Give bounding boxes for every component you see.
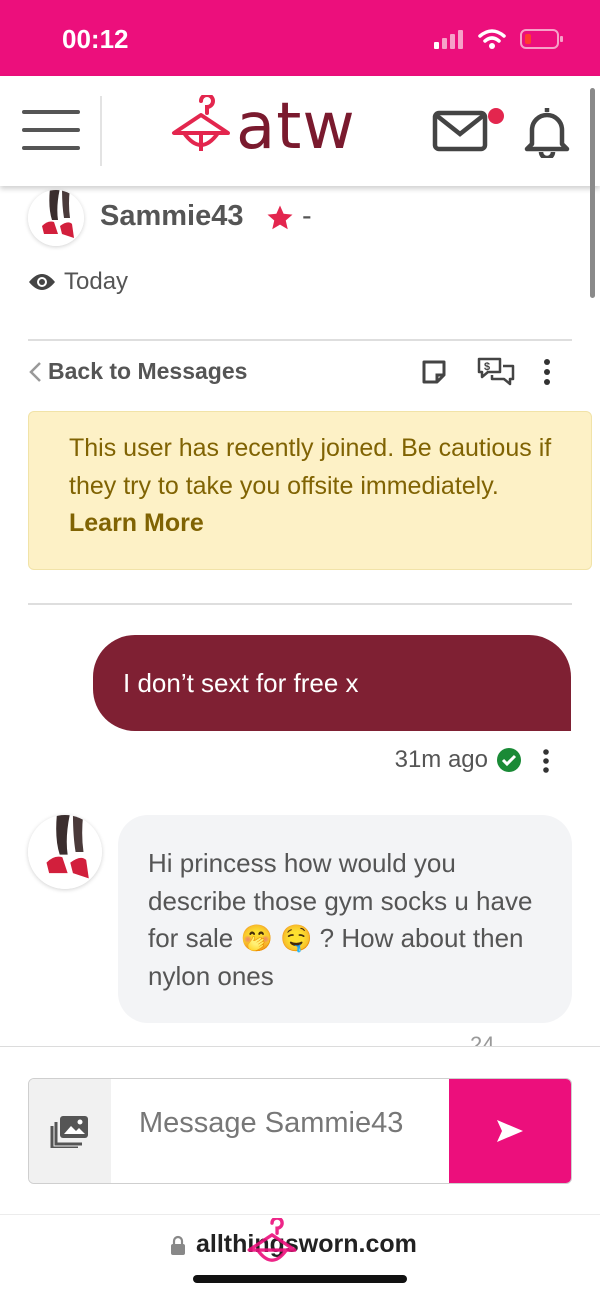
read-check-icon xyxy=(497,748,521,772)
menu-icon[interactable] xyxy=(22,110,80,154)
sender-avatar[interactable] xyxy=(28,815,102,889)
last-seen-text: Today xyxy=(64,268,129,295)
svg-text:$: $ xyxy=(484,361,490,373)
more-options-icon[interactable] xyxy=(540,358,554,386)
offer-chat-icon[interactable]: $ xyxy=(476,356,516,388)
learn-more-link[interactable]: Learn More xyxy=(69,509,204,537)
unread-dot xyxy=(488,108,504,124)
home-indicator xyxy=(193,1275,407,1283)
header-divider xyxy=(100,96,102,166)
heels-avatar-image xyxy=(28,190,84,246)
profile-username[interactable]: Sammie43 xyxy=(100,200,244,233)
status-bar: 00:12 xyxy=(0,0,600,76)
scrollbar[interactable] xyxy=(590,88,595,298)
divider xyxy=(28,339,572,341)
url-text: allthingsworn.com xyxy=(196,1230,417,1258)
send-button[interactable] xyxy=(449,1079,571,1183)
note-icon[interactable] xyxy=(420,358,448,386)
new-user-warning: This user has recently joined. Be cautio… xyxy=(28,411,592,570)
back-label: Back to Messages xyxy=(48,358,248,384)
avatar[interactable] xyxy=(28,190,84,246)
app-header: atw xyxy=(0,76,600,186)
eye-icon xyxy=(29,274,55,290)
incoming-message: Hi princess how would you describe those… xyxy=(118,815,572,1023)
message-time: 31m ago xyxy=(394,746,488,773)
message-composer: Message Sammie43 xyxy=(28,1078,572,1184)
last-seen: Today xyxy=(28,268,128,296)
message-options-icon[interactable] xyxy=(540,748,552,774)
chevron-left-icon xyxy=(29,361,41,382)
warning-text: This user has recently joined. Be cautio… xyxy=(69,434,552,500)
message-meta: 31m ago xyxy=(395,746,522,774)
hanger-logo-icon xyxy=(172,95,230,151)
send-icon xyxy=(497,1120,523,1142)
mail-icon[interactable] xyxy=(432,110,488,152)
images-icon xyxy=(50,1116,88,1148)
message-input[interactable]: Message Sammie43 xyxy=(139,1103,459,1173)
logo-text: atw xyxy=(236,90,356,164)
lock-icon xyxy=(171,1235,185,1255)
status-time: 00:12 xyxy=(62,24,129,54)
site-logo[interactable]: atw xyxy=(170,92,356,162)
profile-separator: - xyxy=(302,200,312,232)
back-to-messages-link[interactable]: Back to Messages xyxy=(28,358,247,385)
heels-avatar-image xyxy=(28,815,102,889)
wifi-icon xyxy=(478,29,506,49)
signal-icon xyxy=(434,30,463,49)
status-icons xyxy=(434,28,564,50)
divider xyxy=(28,603,572,605)
attach-media-button[interactable] xyxy=(29,1079,111,1183)
star-icon xyxy=(267,205,293,230)
outgoing-message: I don’t sext for free x xyxy=(93,635,571,731)
hanger-overlay-icon xyxy=(247,1218,297,1262)
notifications-bell-icon[interactable] xyxy=(522,104,572,158)
battery-icon xyxy=(520,29,563,49)
